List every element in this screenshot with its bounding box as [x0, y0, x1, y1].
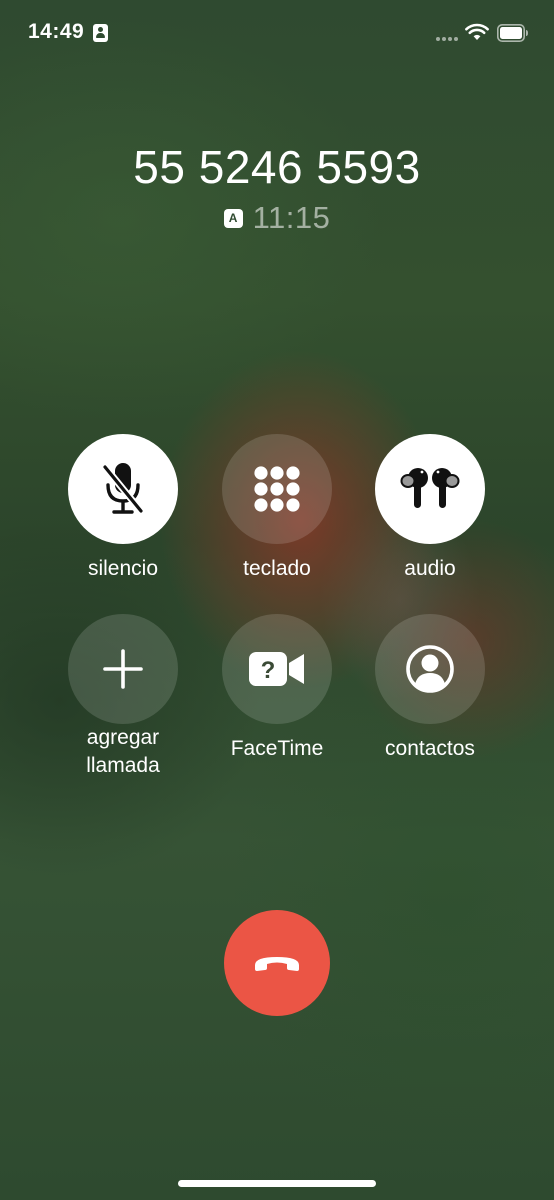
end-call-icon: [255, 957, 299, 971]
home-indicator[interactable]: [178, 1180, 376, 1187]
add-call-label-line-2: llamada: [86, 754, 160, 777]
microphone-slash-icon: [101, 463, 145, 515]
contacts-label: contactos: [385, 737, 475, 760]
call-status-row: A 11:15: [0, 198, 554, 238]
phone-number: 55 5246 5593: [133, 141, 421, 193]
call-screen: 14:49 55 5246 5593 A 11:15 silencio tecl…: [0, 0, 554, 1200]
svg-text:?: ?: [261, 657, 276, 684]
add-call-label: agregar llamada: [48, 724, 198, 780]
keypad-icon: [254, 466, 300, 512]
battery-icon: [497, 24, 528, 42]
add-call-button[interactable]: [68, 614, 178, 724]
audio-label: audio: [404, 557, 456, 580]
contact-badge-icon: [93, 24, 108, 42]
status-time: 14:49: [28, 20, 85, 43]
end-call-button[interactable]: [224, 910, 330, 1016]
wifi-icon: [465, 23, 489, 40]
plus-icon: [103, 649, 143, 689]
facetime-button[interactable]: ?: [222, 614, 332, 724]
sim-badge-icon: A: [223, 208, 243, 228]
keypad-button[interactable]: [222, 434, 332, 544]
facetime-icon: ?: [249, 652, 304, 686]
audio-button[interactable]: [375, 434, 485, 544]
status-bar: 14:49: [0, 0, 554, 70]
call-header: 55 5246 5593 A 11:15: [0, 138, 554, 238]
contact-icon: [406, 645, 454, 693]
airpods-icon: [400, 468, 460, 508]
facetime-label: FaceTime: [230, 737, 324, 760]
signal-icon: [436, 29, 460, 41]
contacts-button[interactable]: [375, 614, 485, 724]
mute-label: silencio: [87, 557, 159, 580]
mute-button[interactable]: [68, 434, 178, 544]
add-call-label-line-1: agregar: [86, 726, 160, 749]
keypad-label: teclado: [243, 557, 311, 580]
call-duration: 11:15: [252, 200, 331, 235]
